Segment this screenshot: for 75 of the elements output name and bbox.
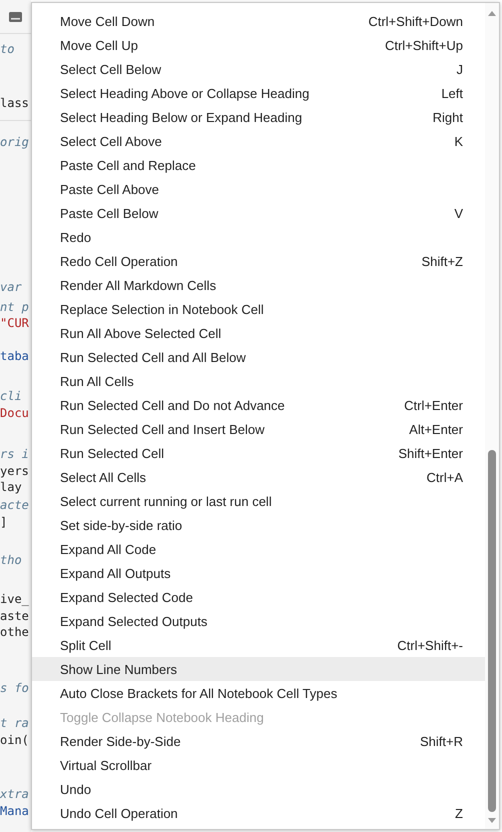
menu-item[interactable]: Paste Cell Below V <box>32 201 485 225</box>
menu-item[interactable]: Replace Selection in Notebook Cell <box>32 297 485 321</box>
menu-item[interactable]: Select All Cells Ctrl+A <box>32 465 485 489</box>
code-line: taba <box>0 349 29 364</box>
code-line: aste <box>0 609 29 624</box>
code-line: nt p <box>0 300 29 315</box>
menu-item[interactable]: Undo Cell Operation Z <box>32 801 485 825</box>
menu-item[interactable]: Render All Markdown Cells <box>32 273 485 297</box>
scrollbar-thumb[interactable] <box>488 450 496 812</box>
shortcut-text: Shift+R <box>420 734 463 748</box>
menu-item[interactable]: Run Selected Cell and All Below <box>32 345 485 369</box>
menu-item[interactable]: Run Selected Cell and Do not Advance Ctrl+Enter <box>32 393 485 417</box>
code-line: orig <box>0 135 29 150</box>
code-line: Docu <box>0 406 29 421</box>
code-line: acte <box>0 498 29 513</box>
shortcut-text: Z <box>455 806 463 820</box>
shortcut-text: Left <box>441 86 463 100</box>
shortcut-text: J <box>456 62 463 76</box>
shortcut-text: Ctrl+A <box>426 470 463 484</box>
menu-item[interactable]: Run Selected Cell and Insert Below Alt+Enter <box>32 417 485 441</box>
scroll-down-icon[interactable] <box>487 817 497 825</box>
menu-item[interactable]: Redo Cell Operation Shift+Z <box>32 249 485 273</box>
code-line: ] <box>0 515 8 530</box>
menu-item[interactable]: Select current running or last run cell <box>32 489 485 513</box>
shortcut-text: Ctrl+Shift+Up <box>384 38 463 52</box>
menu-item[interactable]: Undo <box>32 777 485 801</box>
menu-item[interactable]: Move Cell Down Ctrl+Shift+Down <box>32 9 485 33</box>
code-line: oin( <box>0 733 29 748</box>
menu-item[interactable]: Move Cell Up Ctrl+Shift+Up <box>32 33 485 57</box>
menu-item[interactable]: Run All Above Selected Cell <box>32 321 485 345</box>
code-line: "CUR <box>0 316 29 331</box>
menu-item[interactable]: Expand Selected Outputs <box>32 609 485 633</box>
menu-item[interactable]: Redo <box>32 225 485 249</box>
code-line: ive_ <box>0 592 29 607</box>
shortcut-text: Alt+Enter <box>409 422 463 436</box>
code-line: t ra <box>0 716 29 731</box>
menu-item[interactable]: Expand All Outputs <box>32 561 485 585</box>
scroll-up-icon[interactable] <box>487 9 497 17</box>
code-line: rs i <box>0 447 29 462</box>
keyboard-icon[interactable] <box>9 12 22 22</box>
code-line: yers <box>0 464 29 479</box>
menu-item[interactable]: Run All Cells <box>32 369 485 393</box>
menu-item[interactable]: Split Cell Ctrl+Shift+- <box>32 633 485 657</box>
code-line: tho <box>0 553 22 568</box>
menu-item[interactable]: Paste Cell and Replace <box>32 153 485 177</box>
shortcut-text: Right <box>432 110 463 124</box>
code-line: Mana <box>0 804 29 819</box>
code-line: othe <box>0 625 29 640</box>
menu-item[interactable]: Select Heading Below or Expand Heading Right <box>32 105 485 129</box>
shortcut-text: Shift+Z <box>421 254 463 268</box>
menu-item[interactable]: Run Selected Cell Shift+Enter <box>32 441 485 465</box>
menu-item[interactable]: Select Cell Above K <box>32 129 485 153</box>
menu-item[interactable]: Expand All Code <box>32 537 485 561</box>
shortcut-text: Ctrl+Shift+Down <box>368 14 463 28</box>
shortcut-text: Shift+Enter <box>398 446 463 460</box>
menu-item[interactable]: Expand Selected Code <box>32 585 485 609</box>
code-line: to <box>0 42 14 57</box>
menu-item[interactable]: Paste Cell Above <box>32 177 485 201</box>
code-line: cli <box>0 389 22 404</box>
menu-item[interactable]: Render Side-by-Side Shift+R <box>32 729 485 753</box>
shortcut-text: K <box>454 134 463 148</box>
shortcut-text: Ctrl+Enter <box>404 398 463 412</box>
menu-item[interactable]: Set side-by-side ratio <box>32 513 485 537</box>
menu-item[interactable]: Auto Close Brackets for All Notebook Cell Types <box>32 681 485 705</box>
code-line: s fo <box>0 681 29 696</box>
scrollbar[interactable] <box>485 3 499 829</box>
menu-item[interactable]: Show Line Numbers <box>32 657 485 681</box>
menu-item[interactable]: Virtual Scrollbar <box>32 753 485 777</box>
shortcut-text: V <box>454 206 463 220</box>
code-line: lass <box>0 96 29 111</box>
menu-item[interactable]: Select Cell Below J <box>32 57 485 81</box>
shortcut-text: Ctrl+Shift+- <box>397 638 463 652</box>
menu-item[interactable]: Select Heading Above or Collapse Heading Left <box>32 81 485 105</box>
code-line: var <box>0 280 22 295</box>
code-line: lay <box>0 480 22 495</box>
